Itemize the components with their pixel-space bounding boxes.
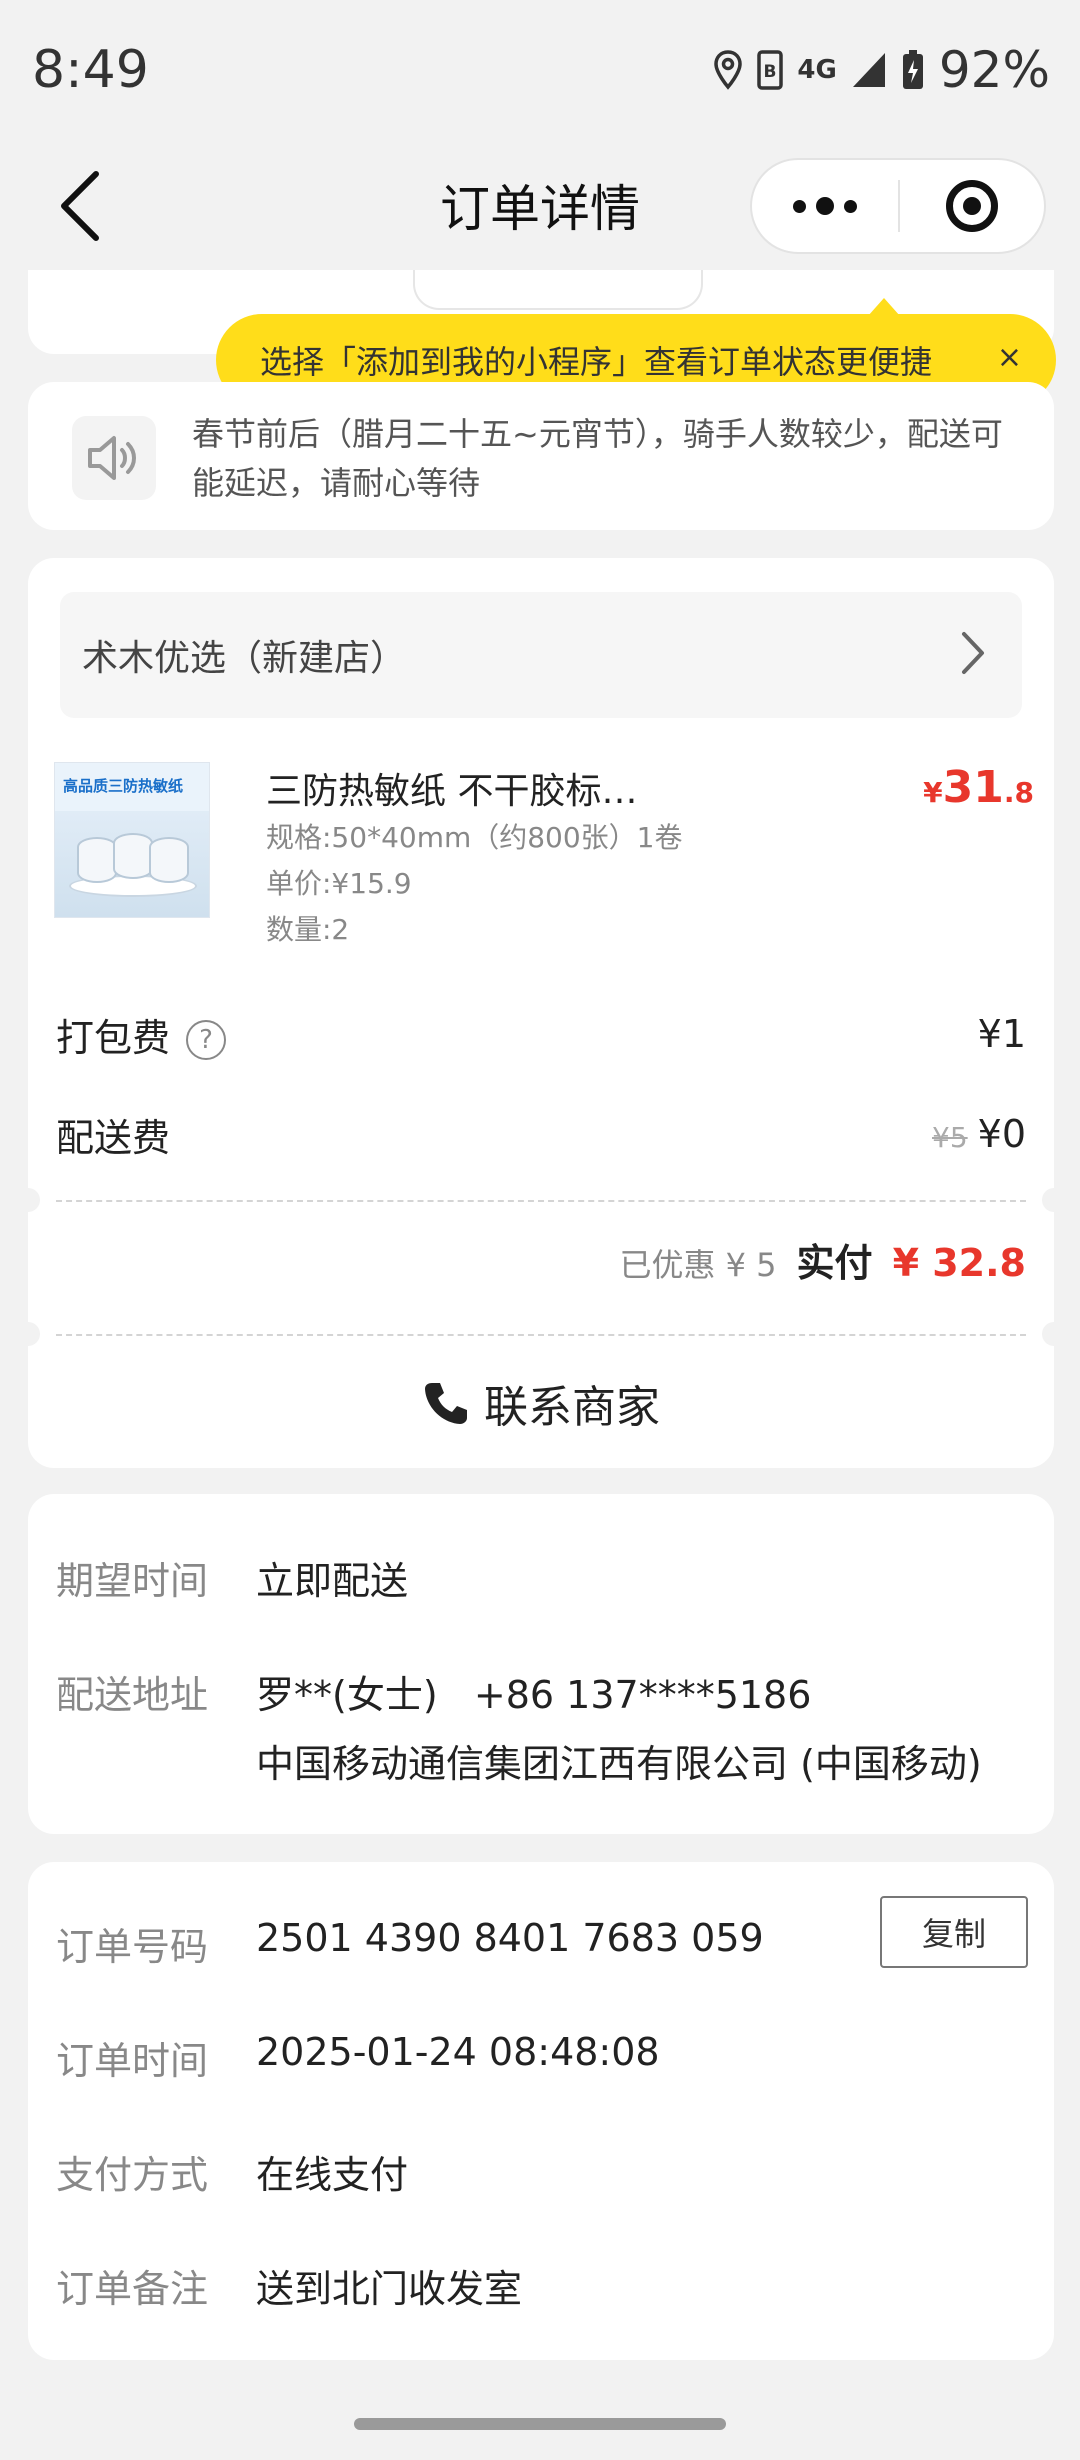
signal-icon — [852, 53, 885, 87]
chevron-right-icon — [962, 632, 984, 674]
expected-time-label: 期望时间 — [56, 1559, 209, 1603]
mini-program-capsule — [750, 158, 1046, 254]
product-price: ¥31.8 — [923, 762, 1034, 813]
product-name: 三防热敏纸 不干胶标… — [266, 771, 638, 812]
status-card-button[interactable] — [413, 270, 703, 310]
dot-icon — [844, 199, 857, 213]
product-item[interactable]: 高品质三防热敏纸 三防热敏纸 不干胶标… ¥31.8 规格:50*40mm（约8… — [54, 762, 1034, 946]
order-items-card: 术木优选（新建店） 高品质三防热敏纸 三防热敏纸 不干胶标… ¥31.8 规格:… — [16, 558, 1066, 1468]
thumbnail-label: 高品质三防热敏纸 — [63, 777, 184, 795]
battery-level: 92% — [938, 41, 1050, 99]
product-quantity: 数量:2 — [266, 913, 350, 946]
shop-name: 术木优选（新建店） — [82, 638, 407, 679]
copy-button[interactable]: 复制 — [880, 1896, 1028, 1968]
tooltip-text: 选择「添加到我的小程序」查看订单状态更便捷 — [260, 343, 933, 381]
order-time-row: 订单时间 2025-01-24 08:48:08 — [56, 2030, 660, 2085]
order-info-card: 订单号码 2501 4390 8401 7683 059 复制 订单时间 202… — [28, 1862, 1054, 2360]
packing-fee-row: 打包费? ¥1 — [56, 1004, 1026, 1064]
back-button[interactable] — [50, 168, 120, 244]
recipient-info: 罗**(女士) +86 137****5186 — [256, 1673, 812, 1717]
delivery-address-row: 配送地址 罗**(女士) +86 137****5186 中国移动通信集团江西有… — [56, 1664, 982, 1788]
paid-amount: ¥ 32.8 — [892, 1241, 1026, 1285]
packing-fee-label: 打包费 — [56, 1015, 171, 1060]
notice-card: 春节前后（腊月二十五~元宵节），骑手人数较少，配送可能延迟，请耐心等待 — [28, 382, 1054, 530]
payment-method-label: 支付方式 — [56, 2153, 209, 2197]
discount-amount: 已优惠 ¥ 5 — [619, 1246, 777, 1284]
notice-text: 春节前后（腊月二十五~元宵节），骑手人数较少，配送可能延迟，请耐心等待 — [192, 415, 1003, 502]
payment-method-value: 在线支付 — [256, 2153, 409, 2197]
sim-card-icon: B — [757, 50, 784, 90]
expected-time-value: 立即配送 — [256, 1559, 409, 1603]
order-number-row: 订单号码 2501 4390 8401 7683 059 — [56, 1916, 764, 1971]
svg-text:B: B — [764, 62, 777, 82]
status-bar: 8:49 B 4G 92% — [0, 0, 1080, 140]
delivery-fee-value: ¥0 — [977, 1112, 1026, 1156]
order-note-row: 订单备注 送到北门收发室 — [56, 2258, 522, 2313]
delivery-fee-label: 配送费 — [56, 1115, 171, 1160]
divider — [56, 1334, 1026, 1336]
order-note-label: 订单备注 — [56, 2267, 209, 2311]
target-icon — [946, 180, 998, 232]
product-spec: 规格:50*40mm（约800张）1卷 — [266, 821, 683, 854]
more-menu-button[interactable] — [752, 160, 898, 252]
order-number-label: 订单号码 — [56, 1925, 209, 1969]
speaker-icon — [72, 416, 156, 500]
tooltip-arrow — [868, 298, 900, 316]
close-mini-program-button[interactable] — [900, 180, 1044, 232]
home-indicator[interactable] — [354, 2418, 726, 2430]
order-time-label: 订单时间 — [56, 2039, 209, 2083]
paid-label: 实付 — [796, 1241, 873, 1285]
contact-merchant-button[interactable]: 联系商家 — [28, 1358, 1054, 1448]
help-icon[interactable]: ? — [186, 1020, 227, 1060]
status-icons: B 4G 92% — [713, 41, 1050, 99]
delivery-fee-original: ¥5 — [932, 1121, 968, 1154]
delivery-fee-row: 配送费 ¥5 ¥0 — [56, 1104, 1026, 1164]
page-title: 订单详情 — [440, 180, 640, 238]
network-type: 4G — [797, 55, 837, 85]
product-unit-price: 单价:¥15.9 — [266, 867, 412, 900]
phone-icon — [425, 1383, 467, 1424]
order-number-value: 2501 4390 8401 7683 059 — [256, 1916, 764, 1960]
packing-fee-value: ¥1 — [977, 1012, 1026, 1056]
contact-merchant-label: 联系商家 — [484, 1382, 660, 1433]
delivery-address-label: 配送地址 — [56, 1673, 209, 1717]
order-time-value: 2025-01-24 08:48:08 — [256, 2030, 660, 2074]
location-icon — [714, 50, 743, 90]
delivery-address: 中国移动通信集团江西有限公司 (中国移动) — [256, 1742, 982, 1786]
product-thumbnail: 高品质三防热敏纸 — [54, 762, 210, 918]
delivery-info-card: 期望时间 立即配送 配送地址 罗**(女士) +86 137****5186 中… — [28, 1494, 1054, 1834]
status-time: 8:49 — [32, 40, 149, 100]
dot-icon — [816, 197, 834, 215]
payment-method-row: 支付方式 在线支付 — [56, 2144, 408, 2199]
nav-bar: 订单详情 — [0, 140, 1080, 270]
battery-icon — [902, 50, 923, 89]
expected-time-row: 期望时间 立即配送 — [56, 1550, 408, 1605]
total-row: 已优惠 ¥ 5 实付 ¥ 32.8 — [619, 1232, 1026, 1287]
divider — [56, 1200, 1026, 1202]
dot-icon — [793, 199, 806, 213]
order-note-value: 送到北门收发室 — [256, 2267, 523, 2311]
shop-row[interactable]: 术木优选（新建店） — [60, 592, 1022, 718]
tooltip-close-icon[interactable]: × — [997, 340, 1022, 375]
back-arrow-icon — [61, 171, 99, 241]
